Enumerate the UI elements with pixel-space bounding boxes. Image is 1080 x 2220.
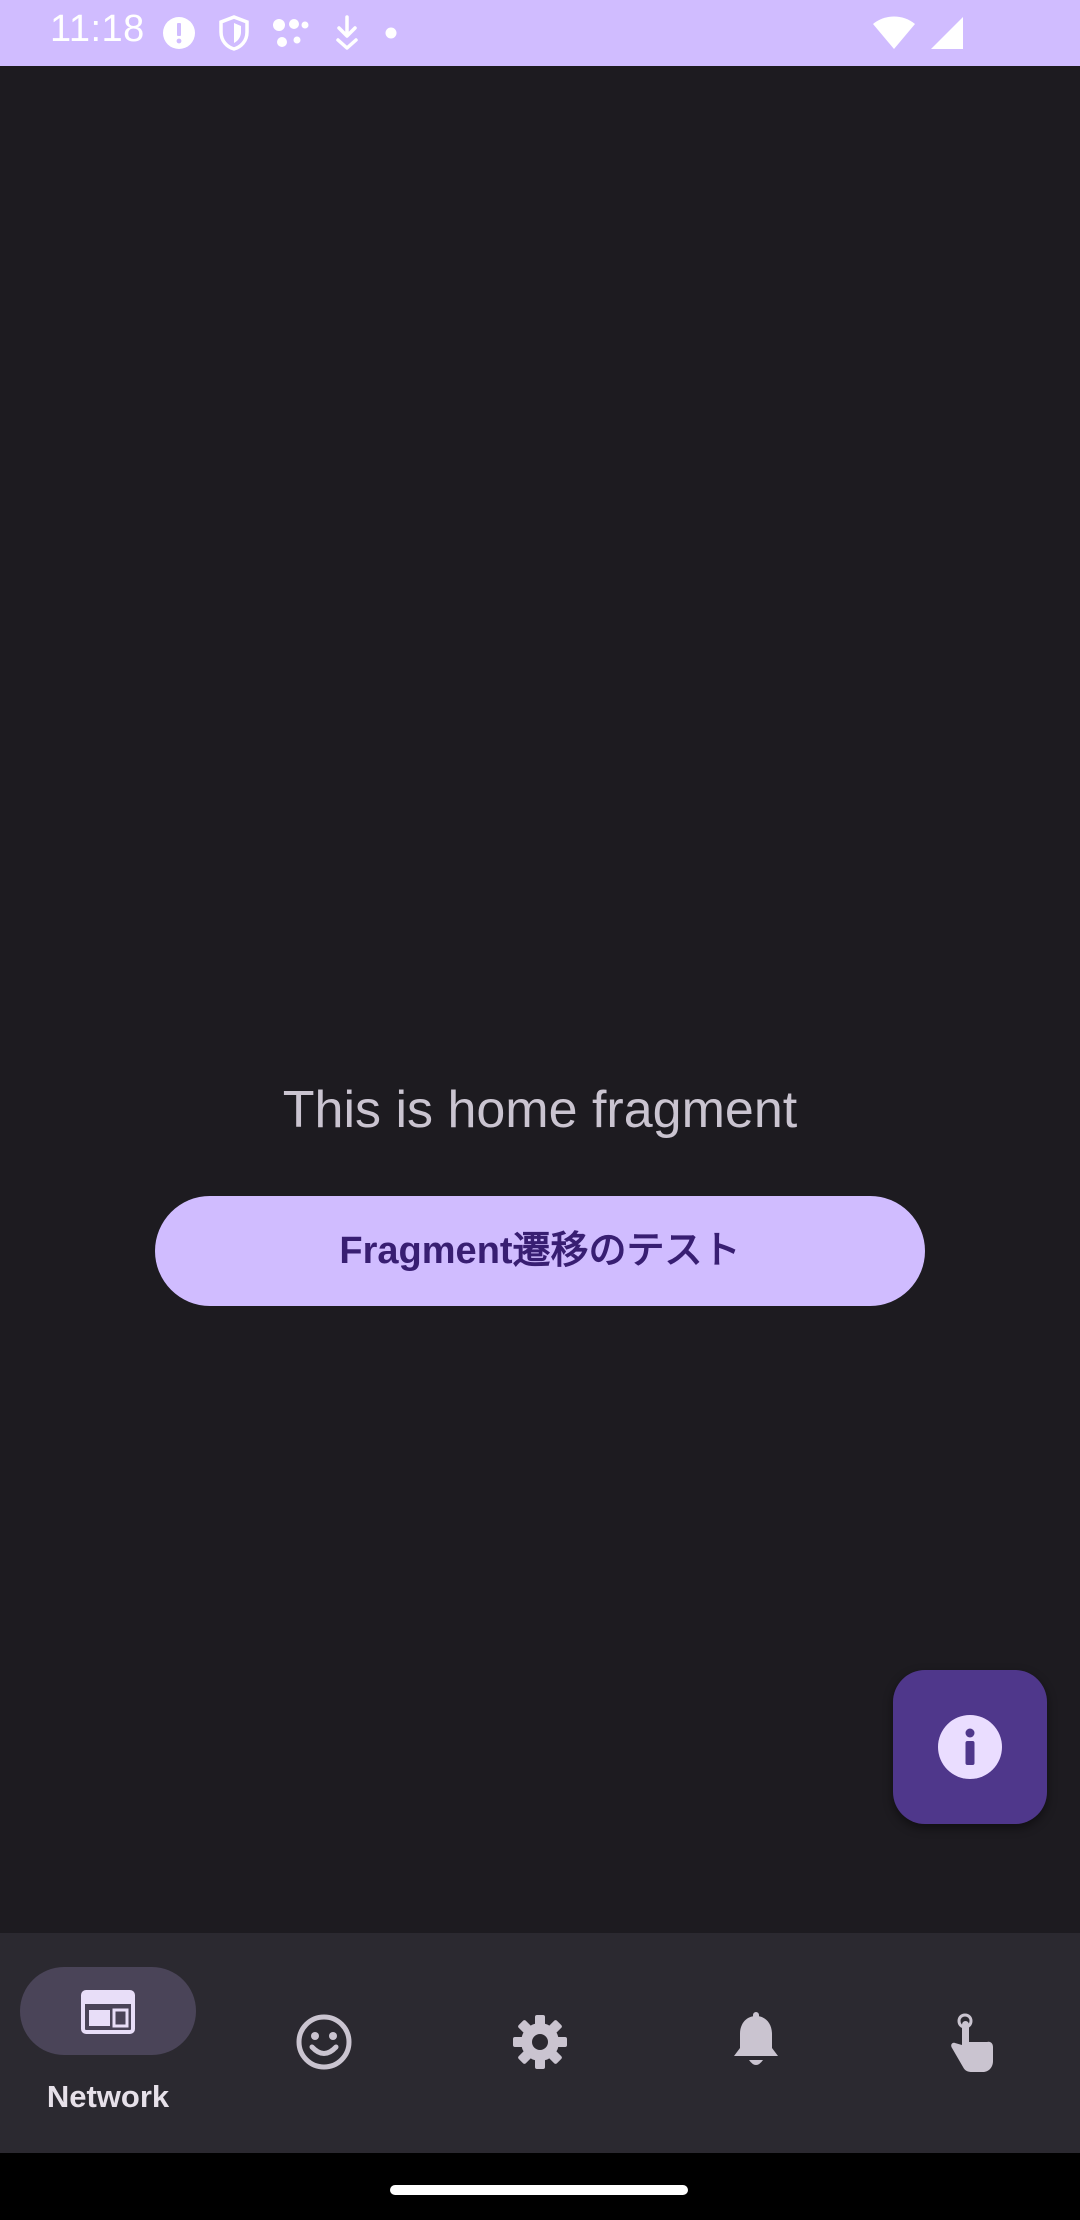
nav-label-network: Network (46, 2079, 170, 2114)
connected-dots-icon (273, 19, 309, 47)
nav-item-network[interactable]: Network (0, 1933, 216, 2153)
shield-icon (219, 15, 249, 51)
info-icon (938, 1715, 1002, 1779)
bottom-navigation: Network (0, 1933, 1080, 2153)
nav-item-emoji[interactable] (216, 1933, 432, 2153)
home-gesture-handle[interactable] (390, 2185, 688, 2195)
app-screen: 11:18 This is home fragment Fragment遷移のテ… (0, 0, 1080, 2220)
bell-icon (648, 2012, 864, 2067)
home-fragment: This is home fragment Fragment遷移のテスト (0, 66, 1080, 1933)
touch-hand-icon (864, 2013, 1080, 2072)
alert-circle-icon (163, 17, 195, 49)
nav-item-notifications[interactable] (648, 1933, 864, 2153)
fragment-transition-button[interactable]: Fragment遷移のテスト (155, 1196, 925, 1306)
cell-signal-icon (931, 17, 963, 49)
home-message: This is home fragment (282, 1081, 798, 1139)
small-dot-icon (385, 27, 397, 39)
status-notification-icons (162, 14, 398, 52)
wifi-icon (873, 16, 915, 49)
status-bar: 11:18 (0, 0, 1080, 66)
smiley-face-icon (216, 2014, 432, 2070)
web-panel-icon (0, 1987, 216, 2037)
gesture-nav-area (0, 2153, 1080, 2220)
info-fab[interactable] (893, 1670, 1047, 1824)
nav-item-touch[interactable] (864, 1933, 1080, 2153)
status-system-icons (872, 14, 964, 52)
download-arrow-icon (336, 15, 358, 50)
nav-item-settings[interactable] (432, 1933, 648, 2153)
gear-icon (432, 2015, 648, 2069)
status-time: 11:18 (50, 8, 145, 50)
